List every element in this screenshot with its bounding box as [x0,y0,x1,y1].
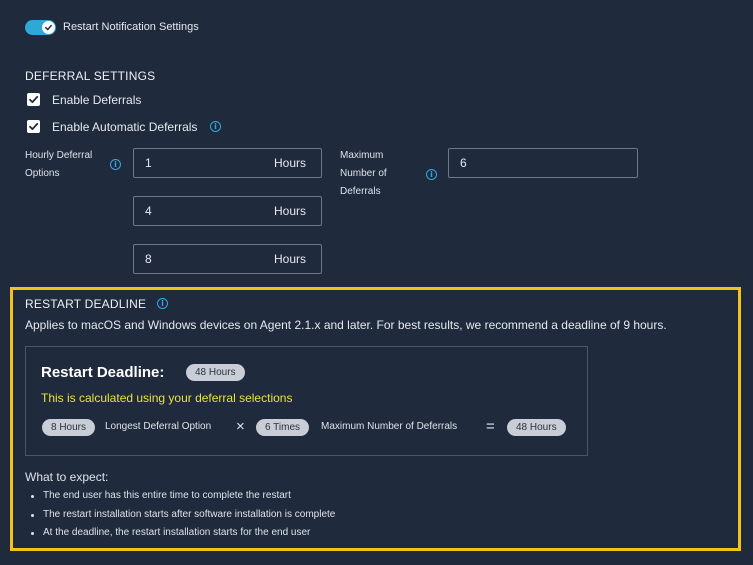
hourly-option-value: 1 [145,156,152,170]
max-deferrals-label-line3: Deferrals [340,186,381,197]
longest-deferral-label: Longest Deferral Option [105,421,212,432]
hourly-deferral-label: Hourly Deferral Options [25,147,92,183]
deadline-result-pill: 48 Hours [507,419,566,436]
restart-deadline-card-title: Restart Deadline: [41,364,165,381]
hourly-option-value: 4 [145,204,152,218]
hourly-option-suffix: Hours [273,156,306,170]
enable-automatic-deferrals-checkbox[interactable] [27,120,40,133]
hourly-deferral-label-line2: Options [25,168,60,179]
info-icon[interactable]: i [210,121,221,132]
max-deferrals-value: 6 [460,156,467,170]
calculation-note: This is calculated using your deferral s… [41,391,293,405]
hourly-option-value: 8 [145,252,152,266]
check-icon [45,24,52,31]
max-deferrals-label: Maximum Number of Deferrals [340,147,387,201]
restart-deadline-description: Applies to macOS and Windows devices on … [25,318,667,332]
max-deferrals-input[interactable]: 6 [448,148,638,178]
max-deferrals-pill: 6 Times [256,419,310,436]
multiply-sign: × [236,418,245,435]
restart-notification-toggle[interactable] [25,20,56,35]
info-icon[interactable]: i [110,159,121,170]
list-item: At the deadline, the restart installatio… [25,527,335,546]
toggle-knob [42,21,55,34]
deferral-settings-title: DEFERRAL SETTINGS [25,69,156,83]
list-item: The end user has this entire time to com… [25,490,335,509]
hourly-option-suffix: Hours [273,204,306,218]
enable-deferrals-label: Enable Deferrals [52,93,142,107]
max-deferrals-label-line2: Number of [340,168,387,179]
max-deferrals-formula-label: Maximum Number of Deferrals [321,421,458,432]
longest-deferral-pill: 8 Hours [42,419,96,436]
hourly-deferral-label-line1: Hourly Deferral [25,150,93,161]
check-icon [29,95,39,104]
enable-deferrals-checkbox[interactable] [27,93,40,106]
equals-sign: = [486,418,495,435]
hourly-option-input-1[interactable]: 1 Hours [133,148,322,178]
info-icon[interactable]: i [426,169,437,180]
enable-automatic-deferrals-label: Enable Automatic Deferrals [52,120,198,134]
hourly-option-input-3[interactable]: 8 Hours [133,244,322,274]
restart-deadline-badge: 48 Hours [186,364,245,381]
check-icon [29,122,39,131]
hourly-option-input-2[interactable]: 4 Hours [133,196,322,226]
toggle-label: Restart Notification Settings [63,21,199,33]
restart-deadline-title: RESTART DEADLINE [25,297,147,311]
info-icon[interactable]: i [157,298,168,309]
hourly-option-suffix: Hours [273,252,306,266]
max-deferrals-label-line1: Maximum [340,150,384,161]
what-to-expect-title: What to expect: [25,470,109,484]
list-item: The restart installation starts after so… [25,509,335,528]
what-to-expect-list: The end user has this entire time to com… [25,490,335,546]
